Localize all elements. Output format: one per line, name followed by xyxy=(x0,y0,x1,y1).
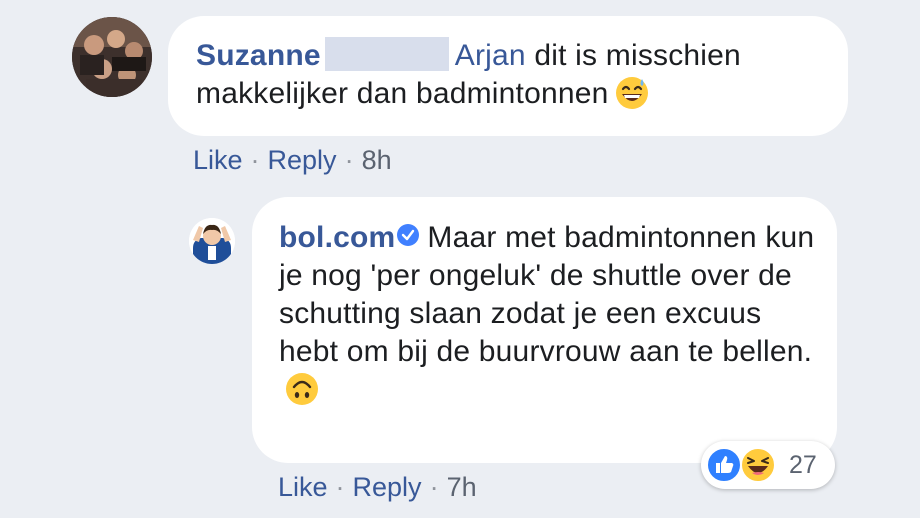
comment-actions: Like · Reply · 8h xyxy=(193,145,392,176)
like-reaction-icon xyxy=(705,446,743,489)
timestamp[interactable]: 8h xyxy=(362,145,392,175)
comment-text-line1: dit is misschien xyxy=(525,39,741,72)
separator: · xyxy=(344,145,354,175)
haha-reaction-icon xyxy=(739,446,777,489)
comment-author[interactable]: bol.com xyxy=(279,221,395,254)
reply-link[interactable]: Reply xyxy=(268,145,337,175)
like-link[interactable]: Like xyxy=(278,472,328,502)
reactions-summary[interactable]: 27 xyxy=(701,441,835,489)
separator: · xyxy=(429,472,439,502)
comment-text: bol.com Maar met badmintonnen kun je nog … xyxy=(279,219,824,416)
comment-text: Suzanne Arjan dit is misschien makkelijke… xyxy=(196,37,836,120)
comment-bubble: Suzanne Arjan dit is misschien makkelijke… xyxy=(168,16,848,136)
comment-bubble: bol.com Maar met badmintonnen kun je nog … xyxy=(252,197,837,463)
bol-logo-avatar xyxy=(189,218,235,264)
reply-link[interactable]: Reply xyxy=(353,472,422,502)
comment-text-line2: makkelijker dan badmintonnen xyxy=(196,77,609,110)
upside-down-face-emoji xyxy=(285,372,319,416)
separator: · xyxy=(250,145,260,175)
avatar[interactable] xyxy=(189,218,235,264)
comment-author[interactable]: Suzanne xyxy=(196,39,321,72)
comment-actions: Like · Reply · 7h xyxy=(278,472,477,503)
mention-link[interactable]: Arjan xyxy=(455,39,526,72)
like-link[interactable]: Like xyxy=(193,145,243,175)
timestamp[interactable]: 7h xyxy=(447,472,477,502)
avatar[interactable] xyxy=(72,17,152,97)
separator: · xyxy=(335,472,345,502)
reaction-count: 27 xyxy=(789,451,817,479)
grinning-sweat-emoji xyxy=(615,76,649,120)
redacted-name xyxy=(324,37,449,71)
verified-badge-icon xyxy=(397,224,420,246)
profile-photo xyxy=(72,17,152,97)
